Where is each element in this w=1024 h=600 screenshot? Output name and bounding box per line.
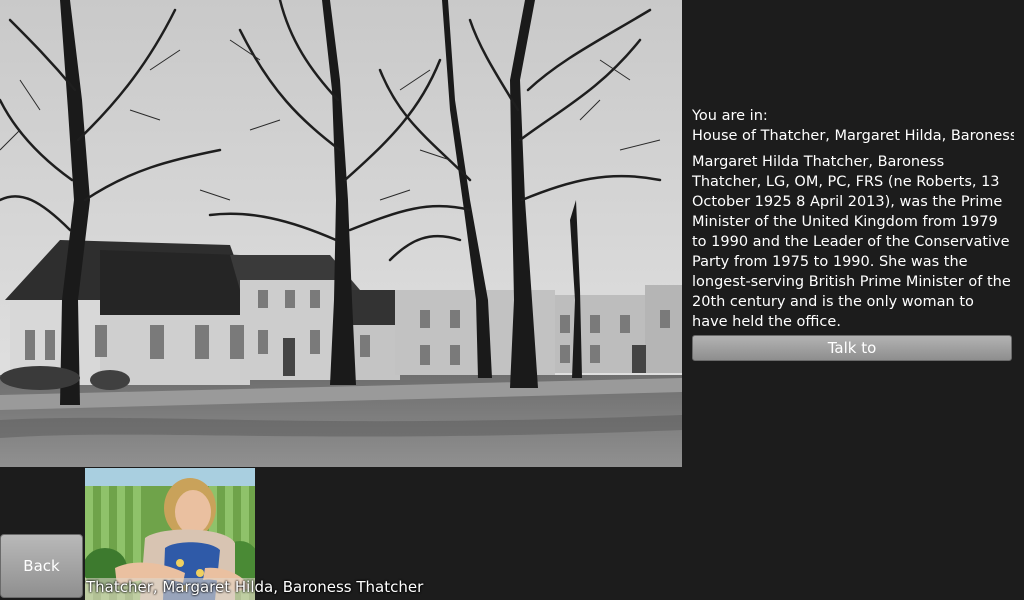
location-name: House of Thatcher, Margaret Hilda, Baron… [692, 128, 1014, 144]
location-label: You are in: [692, 108, 768, 124]
back-button[interactable]: Back [0, 534, 83, 598]
location-info-panel: You are in: House of Thatcher, Margaret … [692, 106, 1014, 332]
scene-image [0, 0, 682, 467]
character-caption: Thatcher, Margaret Hilda, Baroness Thatc… [86, 578, 424, 596]
app-screen: You are in: House of Thatcher, Margaret … [0, 0, 1024, 600]
talk-to-button[interactable]: Talk to [692, 335, 1012, 361]
location-description: Margaret Hilda Thatcher, Baroness Thatch… [692, 154, 1011, 330]
